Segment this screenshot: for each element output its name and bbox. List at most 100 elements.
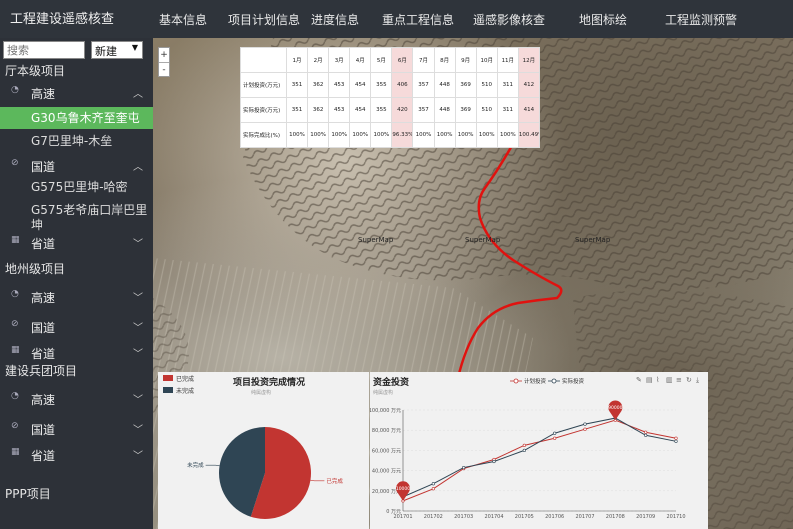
group-expressway-1[interactable]: ◔ 高速 ︿ — [0, 83, 153, 103]
project-g575-laoyemiao[interactable]: G575老爷庙口岸巴里坤 — [0, 203, 150, 233]
table-cell: 351 — [285, 72, 309, 98]
table-header-cell: 9月 — [454, 47, 477, 73]
search-input[interactable] — [3, 41, 85, 59]
legend-marker-plan — [513, 378, 519, 384]
y-tick-label: 100,000 万元 — [370, 408, 401, 414]
restore-icon: ↻ — [686, 376, 692, 384]
chevron-down-icon: ﹀ — [133, 425, 143, 436]
nav-progress[interactable]: 进度信息 — [311, 11, 359, 28]
data-point — [522, 448, 526, 452]
zoom-out-button[interactable]: - — [159, 62, 169, 76]
x-tick-label: 201706 — [545, 514, 564, 520]
x-tick-label: 201709 — [636, 514, 655, 520]
mark-icon: ✎ — [636, 376, 642, 384]
group-provincial-road-1[interactable]: ▦ 省道 ﹀ — [0, 233, 153, 253]
table-header-cell: 8月 — [433, 47, 456, 73]
road-icon: ⊘ — [11, 158, 19, 168]
table-cell: 369 — [454, 97, 477, 123]
data-point — [462, 465, 466, 470]
data-view-icon: ▤ — [646, 376, 653, 384]
data-point — [553, 436, 557, 440]
table-header-cell: 3月 — [328, 47, 351, 73]
legend-swatch-done — [163, 375, 173, 381]
map-watermark: SuperMap — [358, 236, 394, 244]
table-cell: 100% — [496, 122, 519, 148]
legend-swatch-undone — [163, 387, 173, 393]
mark-pin-label: 90000 — [608, 405, 622, 411]
table-cell: 454 — [349, 97, 372, 123]
table-cell: 357 — [412, 97, 435, 123]
x-tick-label: 201705 — [515, 514, 534, 520]
project-g30[interactable]: G30乌鲁木齐至奎屯 — [0, 107, 153, 129]
highway-icon: ◔ — [11, 391, 19, 401]
table-header-cell: 10月 — [475, 47, 498, 73]
group-label: 省道 — [31, 347, 56, 361]
group-label: 省道 — [31, 237, 56, 251]
save-icon: ⤓ — [696, 376, 699, 384]
group-label: 国道 — [31, 160, 56, 174]
table-cell: 369 — [454, 72, 477, 98]
group-label: 省道 — [31, 449, 56, 463]
road-icon: ⊘ — [11, 421, 19, 431]
nav-map-plotting[interactable]: 地图标绘 — [579, 11, 627, 28]
y-tick-label: 60,000 万元 — [372, 448, 401, 454]
chevron-down-icon: ﹀ — [133, 323, 143, 334]
app-title: 工程建设遥感核查 — [10, 12, 115, 27]
table-cell: 355 — [370, 72, 393, 98]
group-label: 国道 — [31, 321, 56, 335]
highway-icon: ◔ — [11, 85, 19, 95]
table-cell: 100% — [328, 122, 351, 148]
zoom-in-button[interactable]: + — [159, 48, 169, 62]
investment-completion-panel: 项目投资完成情况 纯属虚构 已完成 未完成 已完成 未完成 — [158, 372, 369, 529]
table-cell: 100% — [454, 122, 477, 148]
new-select-value: 新建 — [95, 45, 117, 58]
data-point — [644, 433, 648, 437]
table-cell: 454 — [349, 72, 372, 98]
table-row: 实际投资(万元) 351 362 453 454 355 420 357 448… — [240, 97, 541, 123]
section-ppp-projects[interactable]: PPP项目 — [5, 485, 51, 502]
pie-slice-label: 未完成 — [187, 461, 204, 469]
table-cell: 448 — [433, 97, 456, 123]
table-corner-cell — [240, 47, 287, 73]
grid-icon: ▦ — [11, 235, 20, 245]
project-g575-balikun-hami[interactable]: G575巴里坤-哈密 — [0, 180, 153, 195]
group-expressway-3[interactable]: ◔ 高速 ﹀ — [0, 389, 153, 409]
nav-remote-sensing[interactable]: 遥感影像核查 — [473, 11, 545, 28]
nav-key-projects[interactable]: 重点工程信息 — [382, 11, 454, 28]
chevron-up-icon: ︿ — [133, 89, 143, 100]
data-point — [431, 487, 435, 491]
satellite-map[interactable]: + - SuperMap SuperMap SuperMap 1月 2月 3月 … — [153, 38, 793, 529]
monthly-investment-table: 1月 2月 3月 4月 5月 6月 7月 8月 9月 10月 11月 12月 计… — [240, 47, 541, 148]
nav-basic-info[interactable]: 基本信息 — [159, 11, 207, 28]
legend-label-undone: 未完成 — [176, 387, 194, 395]
group-provincial-road-2[interactable]: ▦ 省道 ﹀ — [0, 343, 153, 363]
group-national-road-3[interactable]: ⊘ 国道 ﹀ — [0, 419, 153, 439]
chevron-down-icon: ﹀ — [133, 451, 143, 462]
table-cell: 362 — [307, 97, 330, 123]
x-tick-label: 201702 — [424, 514, 443, 520]
project-g7[interactable]: G7巴里坤-木垒 — [0, 134, 153, 149]
table-header-cell: 7月 — [412, 47, 435, 73]
group-national-road-1[interactable]: ⊘ 国道 ︿ — [0, 156, 153, 176]
x-tick-label: 201710 — [666, 514, 685, 520]
nav-project-plan[interactable]: 项目计划信息 — [228, 11, 300, 28]
data-point — [674, 439, 678, 443]
new-select[interactable]: 新建 ▼ — [91, 41, 143, 59]
table-header-cell: 2月 — [307, 47, 330, 73]
table-cell: 357 — [412, 72, 435, 98]
fund-investment-panel: 资金投资 纯属虚构 计划投资 实际投资 ✎ ▤ ⌇ ▥ ≡ ↻ ⤓ 0 万元 20,000 万元 40… — [370, 372, 708, 529]
data-point — [522, 443, 526, 447]
chevron-down-icon: ﹀ — [133, 293, 143, 304]
table-cell: 420 — [391, 97, 414, 123]
table-cell: 510 — [475, 72, 498, 98]
dropdown-caret-icon: ▼ — [131, 43, 138, 52]
table-header-row: 1月 2月 3月 4月 5月 6月 7月 8月 9月 10月 11月 12月 — [240, 47, 541, 73]
pie-chart: 已完成未完成已完成未完成 — [163, 375, 343, 519]
nav-monitoring-alert[interactable]: 工程监测预警 — [665, 11, 737, 28]
group-national-road-2[interactable]: ⊘ 国道 ﹀ — [0, 317, 153, 337]
y-tick-label: 40,000 万元 — [372, 469, 401, 475]
y-tick-label: 80,000 万元 — [372, 428, 401, 434]
group-provincial-road-3[interactable]: ▦ 省道 ﹀ — [0, 445, 153, 465]
group-expressway-2[interactable]: ◔ 高速 ﹀ — [0, 287, 153, 307]
section-corps-projects: 建设兵团项目 — [5, 364, 78, 378]
